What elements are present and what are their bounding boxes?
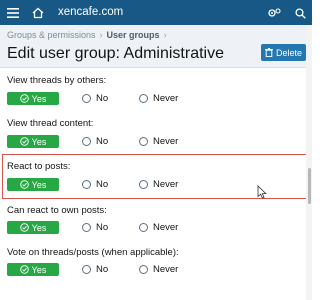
- no-label: No: [96, 93, 109, 104]
- no-label: No: [96, 179, 109, 190]
- yes-button[interactable]: Yes: [7, 135, 59, 148]
- page-title: Edit user group: Administrative: [7, 45, 224, 62]
- check-circle-icon: [19, 223, 29, 232]
- search-icon[interactable]: [292, 5, 308, 21]
- delete-label: Delete: [275, 47, 302, 58]
- menu-icon[interactable]: [5, 5, 21, 21]
- scrollbar-thumb[interactable]: [308, 168, 311, 204]
- radio-circle: [82, 223, 91, 232]
- never-radio[interactable]: Never: [139, 222, 178, 233]
- yes-button[interactable]: Yes: [7, 263, 59, 276]
- radio-circle: [139, 137, 148, 146]
- radio-circle: [82, 137, 91, 146]
- permission-label: View threads by others:: [7, 75, 107, 86]
- check-circle-icon: [19, 180, 29, 189]
- radio-circle: [139, 223, 148, 232]
- yes-label: Yes: [31, 136, 47, 147]
- settings-icon[interactable]: [266, 5, 282, 21]
- permission-label: Vote on threads/posts (when applicable):: [7, 247, 179, 258]
- radio-circle: [82, 180, 91, 189]
- permission-label: React to posts:: [7, 161, 71, 172]
- never-label: Never: [153, 264, 179, 275]
- yes-button[interactable]: Yes: [7, 221, 59, 234]
- check-circle-icon: [19, 137, 29, 146]
- no-radio[interactable]: No: [82, 136, 108, 147]
- never-radio[interactable]: Never: [139, 264, 178, 275]
- breadcrumb-separator: ›: [163, 30, 167, 40]
- permission-label: Can react to own posts:: [7, 205, 107, 216]
- breadcrumb: Groups & permissions › User groups ›: [7, 30, 171, 40]
- breadcrumb-separator: ›: [99, 30, 103, 40]
- radio-circle: [82, 265, 91, 274]
- home-icon[interactable]: [30, 5, 46, 21]
- mouse-cursor-icon: [257, 185, 267, 199]
- yes-label: Yes: [31, 222, 47, 233]
- yes-label: Yes: [31, 93, 47, 104]
- radio-circle: [139, 265, 148, 274]
- never-label: Never: [153, 179, 179, 190]
- top-bar: xencafe.com: [0, 0, 312, 25]
- no-label: No: [96, 264, 109, 275]
- no-radio[interactable]: No: [82, 179, 108, 190]
- never-radio[interactable]: Never: [139, 136, 178, 147]
- page-header: Groups & permissions › User groups › Edit u…: [0, 25, 306, 68]
- yes-button[interactable]: Yes: [7, 178, 59, 191]
- radio-circle: [139, 94, 148, 103]
- no-label: No: [96, 136, 109, 147]
- check-circle-icon: [19, 94, 29, 103]
- yes-label: Yes: [31, 179, 47, 190]
- trash-icon: [264, 48, 273, 57]
- yes-button[interactable]: Yes: [7, 92, 59, 105]
- yes-label: Yes: [31, 264, 47, 275]
- breadcrumb-item-groups[interactable]: Groups & permissions: [7, 30, 96, 40]
- breadcrumb-item-user-groups[interactable]: User groups: [107, 30, 160, 40]
- no-label: No: [96, 222, 109, 233]
- scrollbar-track[interactable]: [306, 25, 312, 300]
- never-label: Never: [153, 222, 179, 233]
- site-name[interactable]: xencafe.com: [58, 6, 123, 18]
- never-radio[interactable]: Never: [139, 179, 178, 190]
- never-radio[interactable]: Never: [139, 93, 178, 104]
- check-circle-icon: [19, 265, 29, 274]
- no-radio[interactable]: No: [82, 93, 108, 104]
- no-radio[interactable]: No: [82, 264, 108, 275]
- permission-label: View thread content:: [7, 118, 94, 129]
- radio-circle: [139, 180, 148, 189]
- never-label: Never: [153, 93, 179, 104]
- delete-button[interactable]: Delete: [261, 44, 306, 61]
- never-label: Never: [153, 136, 179, 147]
- no-radio[interactable]: No: [82, 222, 108, 233]
- radio-circle: [82, 94, 91, 103]
